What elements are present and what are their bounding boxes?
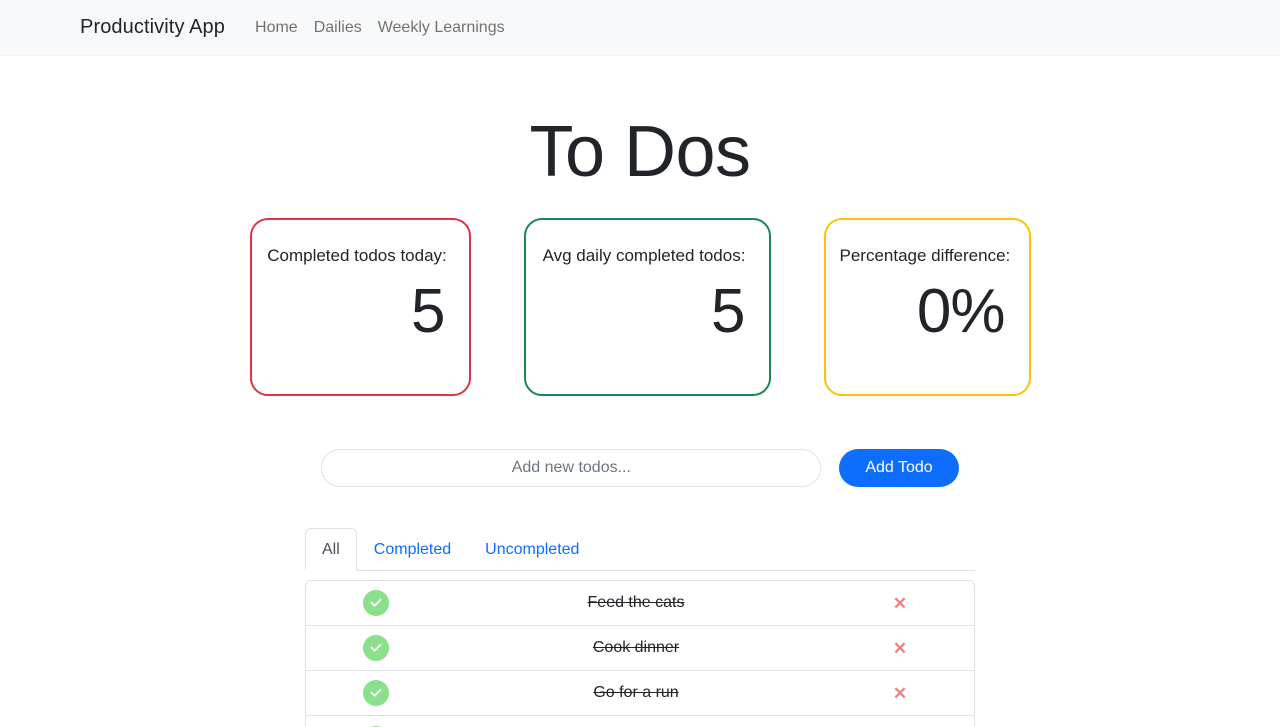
stat-card-completed-today: Completed todos today: 5	[249, 218, 471, 397]
stat-card-percentage-difference: Percentage difference: 0%	[823, 218, 1031, 397]
todo-item-text: Feed the cats	[587, 594, 685, 612]
todo-delete-cell: ✕	[840, 640, 960, 657]
table-row: Go for a run ✕	[306, 671, 974, 717]
top-navbar: Productivity App Home Dailies Weekly Lea…	[0, 0, 1280, 56]
stats-cards-row: Completed todos today: 5 Avg daily compl…	[0, 218, 1280, 397]
stat-card-label: Completed todos today:	[267, 246, 447, 266]
new-todo-input[interactable]	[321, 449, 822, 488]
table-row: ✕	[306, 716, 974, 727]
close-x-icon[interactable]: ✕	[893, 640, 907, 657]
todo-toggle-cell	[316, 590, 436, 617]
todo-toggle-cell	[316, 680, 436, 707]
stat-card-avg-daily: Avg daily completed todos: 5	[523, 218, 771, 397]
todo-list: Feed the cats ✕ Cook dinner ✕ Go for a r	[305, 580, 975, 727]
tab-completed[interactable]: Completed	[357, 528, 468, 571]
todo-filter-tabs: All Completed Uncompleted	[305, 528, 975, 572]
todo-filter-tabs-wrap: All Completed Uncompleted	[305, 528, 975, 572]
page-title: To Dos	[529, 112, 751, 192]
todo-delete-cell: ✕	[840, 685, 960, 702]
stat-card-label: Percentage difference:	[839, 246, 1011, 266]
todo-item-text: Go for a run	[593, 684, 679, 702]
stat-card-value: 5	[711, 276, 745, 346]
app-brand[interactable]: Productivity App	[80, 16, 225, 39]
table-row: Feed the cats ✕	[306, 581, 974, 627]
add-todo-form: Add Todo	[0, 449, 1280, 488]
check-circle-icon[interactable]	[363, 680, 389, 707]
stat-card-value: 0%	[916, 276, 1006, 346]
stat-card-value: 5	[411, 276, 445, 346]
check-circle-icon[interactable]	[363, 635, 389, 662]
nav-link-dailies[interactable]: Dailies	[306, 19, 370, 37]
todo-toggle-cell	[316, 635, 436, 662]
todo-item-text: Cook dinner	[592, 639, 680, 657]
close-x-icon[interactable]: ✕	[893, 595, 907, 612]
table-row: Cook dinner ✕	[306, 626, 974, 672]
todo-delete-cell: ✕	[840, 595, 960, 612]
tab-all[interactable]: All	[305, 528, 357, 572]
nav-links: Home Dailies Weekly Learnings	[247, 19, 513, 37]
close-x-icon[interactable]: ✕	[893, 685, 907, 702]
nav-link-weekly-learnings[interactable]: Weekly Learnings	[370, 19, 513, 37]
stat-card-label: Avg daily completed todos:	[542, 246, 746, 266]
tab-uncompleted[interactable]: Uncompleted	[468, 528, 596, 571]
nav-link-home[interactable]: Home	[247, 19, 306, 37]
check-circle-icon[interactable]	[363, 590, 389, 617]
add-todo-button[interactable]: Add Todo	[839, 449, 959, 488]
